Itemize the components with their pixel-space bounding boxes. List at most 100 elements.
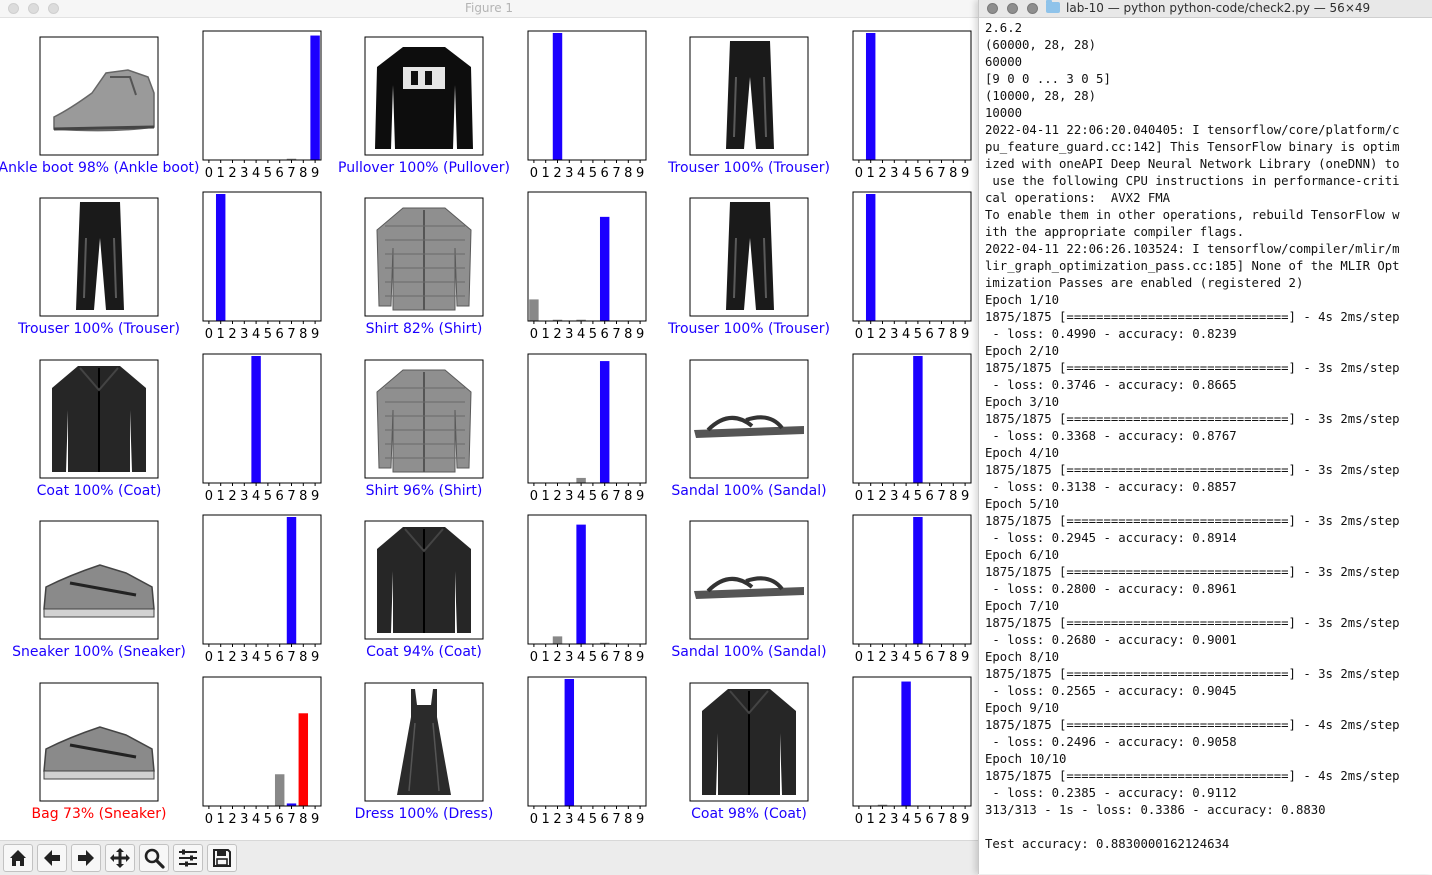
terminal-line: - loss: 0.4990 - accuracy: 0.8239 bbox=[985, 327, 1237, 341]
x-tick-label: 1 bbox=[867, 166, 875, 181]
x-tick-label: 0 bbox=[530, 166, 538, 181]
prediction-label: Coat 98% (Coat) bbox=[691, 806, 807, 822]
terminal-line: 313/313 - 1s - loss: 0.3386 - accuracy: … bbox=[985, 803, 1326, 817]
x-tick-label: 0 bbox=[855, 166, 863, 181]
prediction-label: Sneaker 100% (Sneaker) bbox=[12, 644, 186, 660]
x-tick-label: 6 bbox=[276, 166, 284, 181]
zoom-window-button[interactable] bbox=[1027, 3, 1038, 14]
forward-arrow-icon bbox=[78, 850, 94, 866]
configure-subplots-icon bbox=[179, 849, 197, 867]
x-tick-label: 0 bbox=[205, 650, 213, 665]
forward-button[interactable] bbox=[71, 844, 101, 872]
x-tick-label: 5 bbox=[914, 166, 922, 181]
x-tick-label: 8 bbox=[624, 650, 632, 665]
probability-bar bbox=[215, 194, 226, 321]
x-tick-label: 7 bbox=[612, 650, 620, 665]
x-tick-label: 2 bbox=[878, 166, 886, 181]
x-tick-label: 3 bbox=[240, 650, 248, 665]
probability-bar bbox=[552, 636, 563, 644]
probability-bar bbox=[599, 361, 610, 483]
configure-subplots-button[interactable] bbox=[173, 844, 203, 872]
x-tick-label: 5 bbox=[914, 812, 922, 827]
probability-bar bbox=[901, 681, 911, 806]
x-tick-label: 5 bbox=[914, 489, 922, 504]
x-tick-label: 1 bbox=[867, 812, 875, 827]
terminal-line: Epoch 8/10 bbox=[985, 650, 1060, 664]
x-tick-label: 0 bbox=[205, 489, 213, 504]
terminal-line: - loss: 0.2680 - accuracy: 0.9001 bbox=[985, 633, 1237, 647]
x-tick-label: 6 bbox=[276, 812, 284, 827]
terminal-output[interactable]: 2.6.2 (60000, 28, 28) 60000 [9 0 0 ... 3 0 … bbox=[985, 20, 1431, 870]
x-tick-label: 1 bbox=[542, 812, 550, 827]
x-tick-label: 8 bbox=[949, 327, 957, 342]
terminal-line: Epoch 3/10 bbox=[985, 395, 1060, 409]
terminal-line: [9 0 0 ... 3 0 5] bbox=[985, 72, 1111, 86]
prediction-label: Shirt 82% (Shirt) bbox=[366, 321, 483, 337]
figure-canvas[interactable]: Ankle boot 98% (Ankle boot) 0 1 2 3 4 5 6 7 8 9 Pul… bbox=[0, 18, 978, 840]
save-floppy-icon bbox=[213, 849, 231, 867]
x-tick-label: 4 bbox=[577, 327, 585, 342]
terminal-line: 1875/1875 [=============================… bbox=[985, 667, 1400, 681]
back-button[interactable] bbox=[37, 844, 67, 872]
probability-bar-chart: 0123456789 bbox=[527, 353, 647, 504]
probability-bar bbox=[274, 774, 285, 806]
pan-button[interactable] bbox=[105, 844, 135, 872]
x-tick-label: 6 bbox=[926, 650, 934, 665]
x-tick-label: 2 bbox=[878, 650, 886, 665]
x-tick-label: 1 bbox=[867, 489, 875, 504]
prediction-label: Sandal 100% (Sandal) bbox=[671, 483, 826, 499]
home-button[interactable] bbox=[3, 844, 33, 872]
x-tick-label: 4 bbox=[577, 650, 585, 665]
x-tick-label: 2 bbox=[553, 489, 561, 504]
x-tick-label: 5 bbox=[264, 489, 272, 504]
pan-move-icon bbox=[110, 848, 130, 868]
x-tick-label: 1 bbox=[542, 166, 550, 181]
terminal-line: 1875/1875 [=============================… bbox=[985, 769, 1400, 783]
figure-titlebar: Figure 1 bbox=[0, 0, 978, 18]
prediction-label: Pullover 100% (Pullover) bbox=[338, 160, 510, 176]
x-tick-label: 7 bbox=[612, 812, 620, 827]
x-tick-label: 1 bbox=[542, 489, 550, 504]
x-tick-label: 8 bbox=[299, 327, 307, 342]
minimize-window-button[interactable] bbox=[1007, 3, 1018, 14]
save-figure-button[interactable] bbox=[207, 844, 237, 872]
terminal-line: cal operations: AVX2 FMA bbox=[985, 191, 1171, 205]
x-tick-label: 4 bbox=[902, 650, 910, 665]
x-tick-label: 8 bbox=[299, 166, 307, 181]
fashion-item-image bbox=[689, 359, 809, 479]
x-tick-label: 5 bbox=[589, 650, 597, 665]
x-tick-label: 2 bbox=[878, 327, 886, 342]
probability-bar bbox=[310, 35, 320, 160]
x-tick-label: 2 bbox=[228, 166, 236, 181]
probability-bar bbox=[298, 713, 309, 806]
x-tick-label: 5 bbox=[264, 327, 272, 342]
terminal-line: - loss: 0.2385 - accuracy: 0.9112 bbox=[985, 786, 1237, 800]
x-tick-label: 3 bbox=[565, 812, 573, 827]
zoom-magnifier-icon bbox=[144, 848, 165, 869]
terminal-line: - loss: 0.3368 - accuracy: 0.8767 bbox=[985, 429, 1237, 443]
terminal-line: 2.6.2 bbox=[985, 21, 1023, 35]
zoom-button[interactable] bbox=[139, 844, 169, 872]
x-tick-label: 9 bbox=[311, 166, 319, 181]
terminal-line: lir_graph_optimization_pass.cc:185] None… bbox=[985, 259, 1400, 273]
terminal-line: 2022-04-11 22:06:26.103524: I tensorflow… bbox=[985, 242, 1400, 256]
x-tick-label: 9 bbox=[636, 650, 644, 665]
terminal-line: 60000 bbox=[985, 55, 1023, 69]
x-tick-label: 9 bbox=[961, 327, 969, 342]
probability-bar bbox=[865, 33, 876, 160]
terminal-line: 1875/1875 [=============================… bbox=[985, 463, 1400, 477]
prediction-label: Trouser 100% (Trouser) bbox=[17, 321, 180, 337]
terminal-titlebar: lab-10 — python python-code/check2.py — … bbox=[979, 0, 1432, 18]
x-tick-label: 7 bbox=[287, 489, 295, 504]
x-tick-label: 7 bbox=[287, 650, 295, 665]
fashion-item-image bbox=[689, 682, 809, 802]
x-tick-label: 9 bbox=[961, 650, 969, 665]
x-tick-label: 1 bbox=[867, 327, 875, 342]
x-tick-label: 3 bbox=[240, 812, 248, 827]
x-tick-label: 0 bbox=[205, 327, 213, 342]
x-tick-label: 5 bbox=[264, 166, 272, 181]
close-window-button[interactable] bbox=[987, 3, 998, 14]
x-tick-label: 4 bbox=[252, 812, 260, 827]
probability-bar bbox=[576, 524, 586, 644]
probability-bar-chart: 0123456789 bbox=[852, 30, 972, 181]
